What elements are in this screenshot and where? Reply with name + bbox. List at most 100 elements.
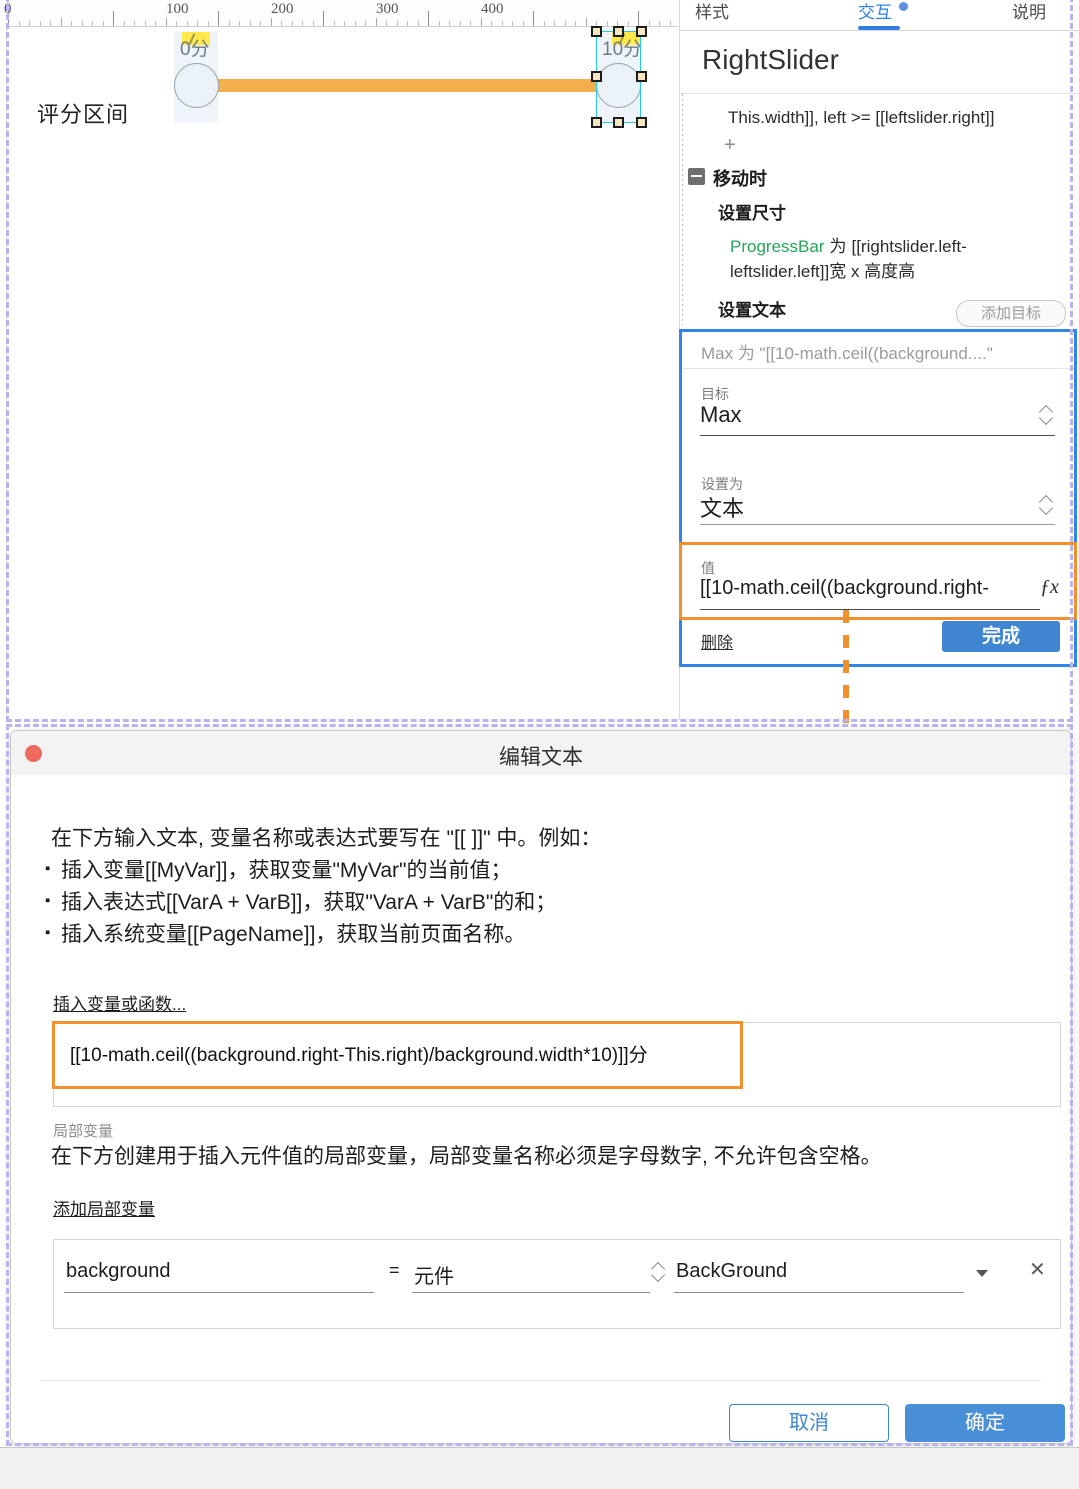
- resize-handle-nw[interactable]: [591, 26, 602, 37]
- ruler-tick: [102, 21, 104, 26]
- resize-handle-se[interactable]: [636, 117, 647, 128]
- ruler-tick: [39, 21, 41, 26]
- collapse-toggle-icon[interactable]: [688, 168, 705, 185]
- ruler-tick: [186, 21, 188, 26]
- ruler-tick: [71, 21, 72, 26]
- local-var-name-underline: [64, 1292, 374, 1293]
- resize-handle-e[interactable]: [636, 71, 647, 82]
- ruler-tick: [470, 21, 471, 26]
- case-guide-line: [682, 94, 683, 325]
- inspector-tabs[interactable]: 样式 交互 说明: [680, 0, 1079, 31]
- local-var-description: 在下方创建用于插入元件值的局部变量，局部变量名称必须是字母数字, 不允许包含空格…: [51, 1145, 882, 1168]
- selected-widget-title: RightSlider: [680, 31, 1079, 94]
- bottom-strip: [0, 1447, 1079, 1489]
- ruler-tick: [627, 21, 629, 26]
- ruler-tick: [396, 21, 398, 26]
- ruler-tick: [197, 21, 198, 26]
- local-variables-area: background = 元件 BackGround ✕: [53, 1239, 1061, 1329]
- set-size-for: 为: [829, 237, 847, 256]
- resize-handle-ne[interactable]: [636, 26, 647, 37]
- set-size-target: ProgressBar: [730, 237, 825, 256]
- target-stepper-icon[interactable]: [1040, 403, 1054, 425]
- ruler-tick: [134, 21, 135, 26]
- event-move-label[interactable]: 移动时: [713, 165, 767, 191]
- condition-tail-text: This.width]], left >= [[leftslider.right…: [728, 108, 995, 127]
- done-button[interactable]: 完成: [942, 621, 1060, 652]
- edit-text-dialog[interactable]: 编辑文本 在下方输入文本, 变量名称或表达式要写在 "[[ ]]" 中。例如： …: [10, 730, 1072, 1444]
- vertical-ruler[interactable]: [0, 26, 7, 720]
- ruler-tick: [144, 21, 146, 26]
- resize-handle-w[interactable]: [591, 71, 602, 82]
- target-field-value[interactable]: Max: [700, 402, 742, 428]
- add-target-button[interactable]: 添加目标: [956, 300, 1066, 327]
- resize-handle-n[interactable]: [613, 26, 624, 37]
- local-var-section-label: 局部变量: [53, 1123, 114, 1140]
- fx-icon[interactable]: ƒx: [1040, 576, 1059, 599]
- action-set-size-label[interactable]: 设置尺寸: [718, 199, 786, 224]
- ruler-label-100: 100: [166, 1, 189, 17]
- resize-handle-s[interactable]: [613, 117, 624, 128]
- ruler-tick: [543, 21, 545, 26]
- progress-bar[interactable]: [194, 79, 618, 92]
- action-summary-row[interactable]: Max 为 "[[10-math.ceil((background....": [682, 332, 1074, 369]
- ruler-tick: [365, 21, 366, 26]
- expression-highlight: [52, 1021, 743, 1089]
- ruler-tick: [239, 21, 240, 26]
- ruler-tick: [207, 21, 209, 26]
- dialog-body: 在下方输入文本, 变量名称或表达式要写在 "[[ ]]" 中。例如： 插入变量[…: [11, 775, 1071, 1443]
- ruler-tick: [564, 21, 566, 26]
- target-field-underline: [700, 435, 1055, 436]
- local-var-name[interactable]: background: [66, 1260, 171, 1283]
- remove-local-var-icon[interactable]: ✕: [1029, 1257, 1046, 1282]
- set-size-value-1: [[rightslider.left-: [851, 237, 967, 256]
- delete-action-link[interactable]: 删除: [701, 629, 733, 653]
- action-editor[interactable]: Max 为 "[[10-math.ceil((background...." 目…: [679, 329, 1077, 667]
- help-line-intro: 在下方输入文本, 变量名称或表达式要写在 "[[ ]]" 中。例如：: [51, 827, 602, 850]
- ruler-tick: [659, 21, 660, 26]
- confirm-button[interactable]: 确定: [905, 1404, 1065, 1442]
- cancel-button[interactable]: 取消: [729, 1404, 889, 1442]
- canvas-body[interactable]: 评分区间 0分 10分: [7, 26, 679, 720]
- active-tab-underline: [858, 26, 900, 30]
- local-var-widget[interactable]: BackGround: [676, 1260, 787, 1283]
- help-line-expr: 插入表达式[[VarA + VarB]]，获取"VarA + VarB"的和；: [45, 885, 556, 919]
- selection-outline: [596, 31, 641, 123]
- ruler-label-400: 400: [481, 1, 504, 17]
- help-line-var: 插入变量[[MyVar]]，获取变量"MyVar"的当前值；: [45, 853, 512, 887]
- ruler-tick: [218, 11, 219, 26]
- setto-stepper-icon[interactable]: [1040, 493, 1054, 515]
- chevron-down-icon[interactable]: [976, 1270, 988, 1277]
- ruler-tick: [480, 18, 482, 26]
- tab-notes[interactable]: 说明: [1012, 0, 1046, 23]
- ruler-tick: [50, 21, 51, 26]
- add-local-var-link[interactable]: 添加局部变量: [53, 1195, 155, 1220]
- ruler-tick: [92, 21, 93, 26]
- local-var-type[interactable]: 元件: [414, 1260, 454, 1289]
- dialog-titlebar: 编辑文本: [11, 731, 1071, 776]
- insert-variable-link[interactable]: 插入变量或函数...: [53, 990, 186, 1015]
- value-field-label: 值: [701, 560, 715, 576]
- tab-style[interactable]: 样式: [695, 0, 729, 23]
- ruler-tick: [407, 21, 408, 26]
- setto-field-value[interactable]: 文本: [700, 491, 744, 523]
- resize-handle-sw[interactable]: [591, 117, 602, 128]
- horizontal-ruler[interactable]: 0 100 200 300 400: [0, 0, 679, 27]
- add-action-plus-top[interactable]: +: [724, 134, 736, 157]
- ruler-tick: [60, 18, 62, 26]
- local-var-type-underline: [412, 1292, 650, 1293]
- ruler-tick: [669, 21, 671, 26]
- tab-interaction[interactable]: 交互: [858, 0, 892, 23]
- action-set-text-label[interactable]: 设置文本: [718, 296, 786, 321]
- local-var-type-stepper-icon[interactable]: [652, 1260, 666, 1282]
- ruler-tick: [29, 21, 30, 26]
- ruler-label-300: 300: [376, 1, 399, 17]
- widget-name: RightSlider: [702, 44, 839, 75]
- editor-canvas[interactable]: 0 100 200 300 400 评分区间 0分 10分: [0, 0, 679, 720]
- left-slider-thumb[interactable]: [174, 63, 219, 108]
- ruler-tick: [81, 21, 83, 26]
- ruler-tick: [585, 18, 587, 26]
- value-field-value[interactable]: [[10-math.ceil((background.right-: [700, 577, 989, 600]
- dialog-footer-divider: [41, 1380, 1041, 1381]
- ruler-tick: [459, 21, 461, 26]
- left-slider-value: 0分: [180, 39, 210, 60]
